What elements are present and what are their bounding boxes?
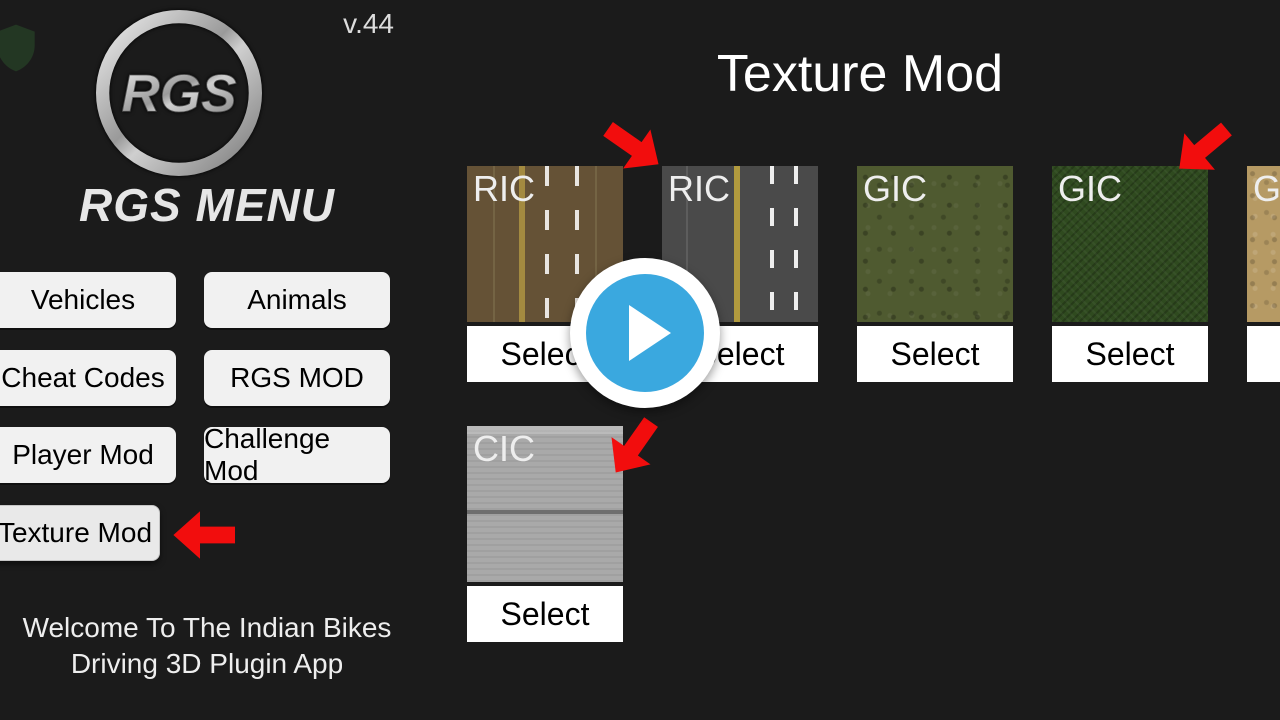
texture-thumb[interactable]: GIC (857, 166, 1013, 322)
texture-label: CIC (473, 428, 535, 470)
select-button[interactable]: Select (1247, 326, 1280, 382)
texture-label: GIC (1058, 168, 1122, 210)
welcome-text: Welcome To The Indian Bikes Driving 3D P… (0, 610, 414, 682)
cheat-codes-button[interactable]: Cheat Codes (0, 350, 176, 406)
texture-label: RIC (668, 168, 730, 210)
player-mod-button[interactable]: Player Mod (0, 427, 176, 483)
select-button[interactable]: Select (467, 586, 623, 642)
challenge-mod-button[interactable]: Challenge Mod (204, 427, 390, 483)
texture-label: GIC (863, 168, 927, 210)
play-icon (586, 274, 704, 392)
select-button[interactable]: Select (1052, 326, 1208, 382)
texture-card-g5: GI Select (1247, 166, 1280, 382)
texture-label: RIC (473, 168, 535, 210)
texture-thumb[interactable]: GI (1247, 166, 1280, 322)
texture-label: GI (1253, 168, 1280, 210)
texture-mod-button[interactable]: Texture Mod (0, 505, 160, 561)
texture-card-gic1: GIC Select (857, 166, 1013, 382)
animals-button[interactable]: Animals (204, 272, 390, 328)
texture-thumb[interactable]: CIC (467, 426, 623, 582)
version-label: v.44 (343, 8, 394, 40)
sidebar: v.44 RGS RGS MENU Vehicles Animals Cheat… (0, 0, 414, 720)
texture-thumb[interactable]: GIC (1052, 166, 1208, 322)
page-title: Texture Mod (430, 44, 1280, 104)
vehicles-button[interactable]: Vehicles (0, 272, 176, 328)
select-button[interactable]: Select (857, 326, 1013, 382)
svg-text:RGS: RGS (121, 64, 236, 123)
shield-icon (0, 20, 44, 76)
menu-title: RGS MENU (0, 178, 414, 232)
rgs-logo: RGS (96, 10, 262, 176)
texture-card-gic2: GIC Select (1052, 166, 1208, 382)
play-button[interactable] (570, 258, 720, 408)
texture-card-cic: CIC Select (467, 426, 623, 642)
rgs-mod-button[interactable]: RGS MOD (204, 350, 390, 406)
